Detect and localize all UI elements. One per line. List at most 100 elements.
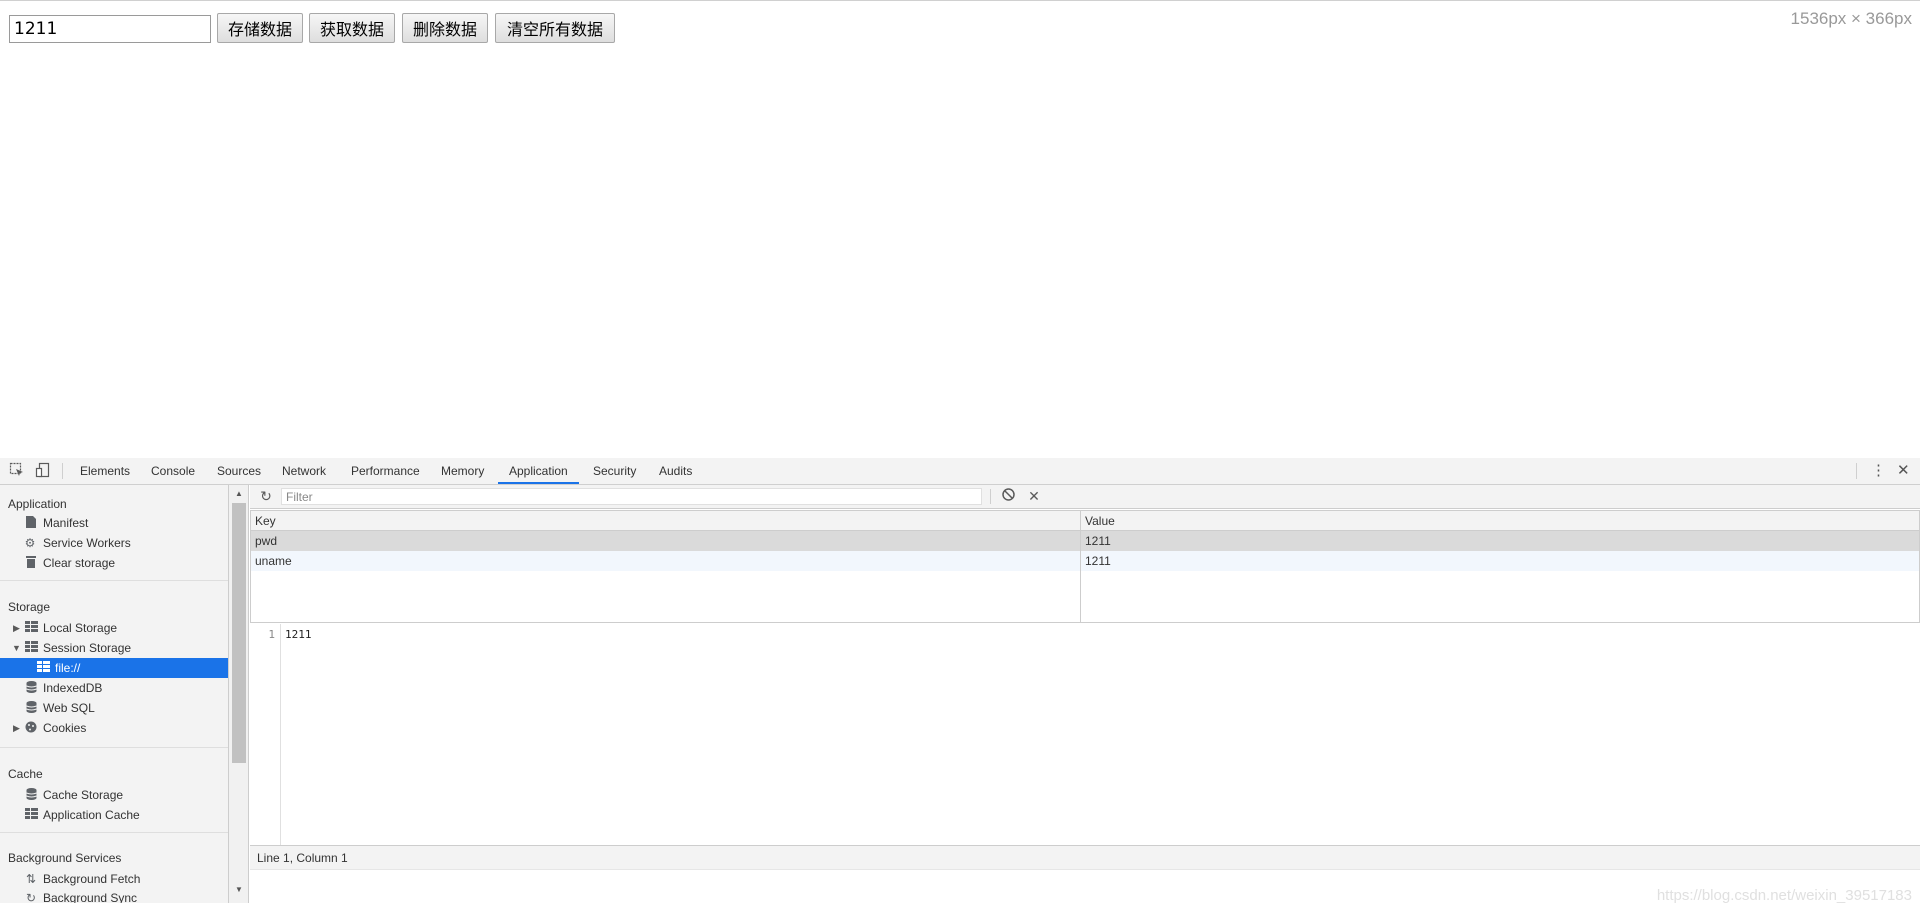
sidebar-divider <box>0 747 228 748</box>
grid-icon <box>24 621 38 635</box>
sidebar-item-web-sql[interactable]: Web SQL <box>0 698 228 718</box>
sidebar-item-background-sync[interactable]: ↻ Background Sync <box>0 888 228 903</box>
viewport-dimensions: 1536px × 366px <box>1790 9 1912 28</box>
tab-memory[interactable]: Memory <box>441 458 484 484</box>
tab-network[interactable]: Network <box>282 458 326 484</box>
sidebar-item-label: Web SQL <box>43 701 95 715</box>
cursor-position: Line 1, Column 1 <box>257 851 348 865</box>
code-line: 1211 <box>285 628 312 641</box>
tab-security[interactable]: Security <box>593 458 636 484</box>
sidebar-item-cookies[interactable]: ▶ Cookies <box>0 718 228 738</box>
close-devtools-icon[interactable]: ✕ <box>1897 462 1910 480</box>
column-header-value[interactable]: Value <box>1085 514 1115 528</box>
grid-icon <box>24 641 38 655</box>
sidebar-header-background-services: Background Services <box>8 851 122 865</box>
clear-all-data-button[interactable]: 清空所有数据 <box>495 13 615 43</box>
sidebar-item-label: Service Workers <box>43 536 131 550</box>
tab-audits[interactable]: Audits <box>659 458 692 484</box>
refresh-icon[interactable]: ↻ <box>258 488 274 504</box>
delete-data-button[interactable]: 删除数据 <box>402 13 488 43</box>
sidebar-item-service-workers[interactable]: ⚙ Service Workers <box>0 533 228 553</box>
watermark: https://blog.csdn.net/weixin_39517183 <box>1656 887 1912 904</box>
device-toolbar-icon[interactable] <box>34 462 52 480</box>
scrollbar-thumb[interactable] <box>232 503 246 763</box>
tab-performance[interactable]: Performance <box>351 458 420 484</box>
expand-arrow-icon[interactable]: ▶ <box>13 618 20 638</box>
up-down-arrows-icon: ⇅ <box>25 872 37 886</box>
devtools-tabbar: Elements Console Sources Network Perform… <box>0 458 1920 485</box>
column-header-key[interactable]: Key <box>255 514 276 528</box>
tab-console[interactable]: Console <box>151 458 195 484</box>
sidebar-item-label: Manifest <box>43 516 89 530</box>
row-key: pwd <box>255 534 278 548</box>
sidebar-header-storage: Storage <box>8 600 51 614</box>
sync-icon: ↻ <box>25 891 37 903</box>
tabbar-separator <box>62 463 63 479</box>
storage-value-input[interactable] <box>9 15 211 43</box>
inspect-element-icon[interactable] <box>8 462 26 480</box>
grid-icon <box>36 661 50 675</box>
tab-elements[interactable]: Elements <box>80 458 130 484</box>
scroll-down-arrow-icon[interactable]: ▼ <box>233 885 245 895</box>
sidebar-item-session-storage[interactable]: ▼ Session Storage <box>0 638 228 658</box>
row-value: 1211 <box>1085 534 1111 548</box>
scroll-up-arrow-icon[interactable]: ▲ <box>233 489 245 499</box>
database-icon <box>24 701 38 715</box>
storage-table: Key Value pwd 1211 uname 1211 <box>250 510 1920 623</box>
application-sidebar: Application Manifest ⚙ Service Workers C… <box>0 485 229 903</box>
tab-sources[interactable]: Sources <box>217 458 261 484</box>
sidebar-item-label: Background Sync <box>43 891 138 903</box>
table-row[interactable]: uname 1211 <box>251 551 1919 571</box>
sidebar-item-label: Session Storage <box>43 641 132 655</box>
sidebar-header-application: Application <box>8 497 67 511</box>
database-icon <box>24 681 38 695</box>
tab-application[interactable]: Application <box>498 458 579 484</box>
sidebar-item-background-fetch[interactable]: ⇅ Background Fetch <box>0 869 228 889</box>
bottom-area: https://blog.csdn.net/weixin_39517183 <box>250 869 1920 904</box>
sidebar-header-cache: Cache <box>8 767 43 781</box>
line-number: 1 <box>268 628 275 641</box>
grid-icon <box>24 808 38 822</box>
sidebar-item-label: Cookies <box>43 721 87 735</box>
sidebar-divider <box>0 580 228 581</box>
table-header: Key Value <box>251 511 1919 531</box>
sidebar-item-label: IndexedDB <box>43 681 103 695</box>
clear-all-icon[interactable] <box>1000 488 1016 504</box>
storage-toolbar: ↻ ✕ <box>250 485 1920 509</box>
sidebar-item-manifest[interactable]: Manifest <box>0 513 228 533</box>
page-viewport: 存储数据 获取数据 删除数据 清空所有数据 1536px × 366px <box>0 0 1920 458</box>
row-value: 1211 <box>1085 554 1111 568</box>
devtools-panel: Elements Console Sources Network Perform… <box>0 458 1920 904</box>
line-number-gutter: 1 <box>250 624 281 845</box>
sidebar-item-clear-storage[interactable]: Clear storage <box>0 553 228 573</box>
sidebar-item-cache-storage[interactable]: Cache Storage <box>0 785 228 805</box>
sidebar-item-local-storage[interactable]: ▶ Local Storage <box>0 618 228 638</box>
database-icon <box>24 788 38 802</box>
sidebar-item-session-file[interactable]: file:// <box>0 658 228 678</box>
trash-icon <box>24 556 38 570</box>
collapse-arrow-icon[interactable]: ▼ <box>12 638 21 658</box>
column-divider <box>1080 511 1081 622</box>
tabbar-right-separator <box>1856 463 1857 479</box>
sidebar-item-label: Local Storage <box>43 621 118 635</box>
toolbar-separator <box>990 489 991 504</box>
table-row[interactable]: pwd 1211 <box>251 531 1919 551</box>
gear-icon: ⚙ <box>24 536 36 550</box>
value-preview-editor[interactable]: 1 1211 <box>250 624 1920 845</box>
filter-input[interactable] <box>281 488 982 505</box>
store-data-button[interactable]: 存储数据 <box>217 13 303 43</box>
storage-view: ↻ ✕ Key Value pwd 1211 uname 1211 <box>250 485 1920 904</box>
sidebar-item-label: Clear storage <box>43 556 116 570</box>
sidebar-item-application-cache[interactable]: Application Cache <box>0 805 228 825</box>
get-data-button[interactable]: 获取数据 <box>309 13 395 43</box>
sidebar-divider <box>0 832 228 833</box>
sidebar-item-label: Application Cache <box>43 808 140 822</box>
sidebar-scrollbar[interactable]: ▲ ▼ <box>229 485 249 903</box>
delete-selected-icon[interactable]: ✕ <box>1026 488 1042 504</box>
editor-status-bar: Line 1, Column 1 <box>250 845 1920 869</box>
sidebar-item-label: Background Fetch <box>43 872 141 886</box>
expand-arrow-icon[interactable]: ▶ <box>13 718 20 738</box>
sidebar-item-indexeddb[interactable]: IndexedDB <box>0 678 228 698</box>
more-options-icon[interactable]: ⋮ <box>1871 462 1886 480</box>
document-icon <box>24 516 38 530</box>
